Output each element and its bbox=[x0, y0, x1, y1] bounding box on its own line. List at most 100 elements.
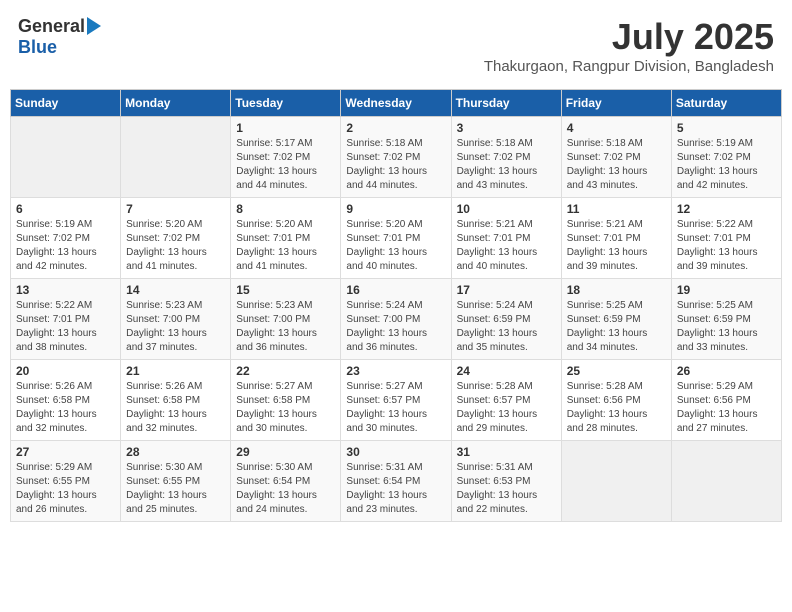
day-number: 29 bbox=[236, 445, 335, 459]
calendar-cell: 8 Sunrise: 5:20 AMSunset: 7:01 PMDaylight… bbox=[231, 198, 341, 279]
calendar-cell: 18 Sunrise: 5:25 AMSunset: 6:59 PMDayligh… bbox=[561, 279, 671, 360]
day-detail: Sunrise: 5:20 AMSunset: 7:01 PMDaylight:… bbox=[236, 218, 335, 274]
day-detail: Sunrise: 5:19 AMSunset: 7:02 PMDaylight:… bbox=[677, 137, 776, 193]
page-header: General Blue July 2025 Thakurgaon, Rangp… bbox=[10, 10, 782, 81]
day-number: 15 bbox=[236, 283, 335, 297]
day-detail: Sunrise: 5:28 AMSunset: 6:56 PMDaylight:… bbox=[567, 380, 666, 436]
calendar-week-5: 27 Sunrise: 5:29 AMSunset: 6:55 PMDayligh… bbox=[11, 441, 782, 522]
weekday-header-sunday: Sunday bbox=[11, 90, 121, 117]
calendar-cell: 2Sunrise: 5:18 AMSunset: 7:02 PMDaylight… bbox=[341, 117, 451, 198]
calendar-cell: 13Sunrise: 5:22 AMSunset: 7:01 PMDayligh… bbox=[11, 279, 121, 360]
day-detail: Sunrise: 5:28 AMSunset: 6:57 PMDaylight:… bbox=[457, 380, 556, 436]
calendar-cell: 30 Sunrise: 5:31 AMSunset: 6:54 PMDayligh… bbox=[341, 441, 451, 522]
month-title: July 2025 bbox=[484, 16, 774, 58]
day-detail: Sunrise: 5:23 AMSunset: 7:00 PMDaylight:… bbox=[236, 299, 335, 355]
calendar-cell: 11 Sunrise: 5:21 AMSunset: 7:01 PMDayligh… bbox=[561, 198, 671, 279]
day-number: 22 bbox=[236, 364, 335, 378]
calendar-cell: 22 Sunrise: 5:27 AMSunset: 6:58 PMDayligh… bbox=[231, 360, 341, 441]
calendar-week-1: 1Sunrise: 5:17 AMSunset: 7:02 PMDaylight… bbox=[11, 117, 782, 198]
day-detail: Sunrise: 5:30 AMSunset: 6:55 PMDaylight:… bbox=[126, 461, 225, 517]
calendar-week-4: 20 Sunrise: 5:26 AMSunset: 6:58 PMDayligh… bbox=[11, 360, 782, 441]
weekday-header-saturday: Saturday bbox=[671, 90, 781, 117]
day-number: 19 bbox=[677, 283, 776, 297]
calendar-cell: 12Sunrise: 5:22 AMSunset: 7:01 PMDayligh… bbox=[671, 198, 781, 279]
day-number: 30 bbox=[346, 445, 445, 459]
weekday-header-wednesday: Wednesday bbox=[341, 90, 451, 117]
calendar-cell: 16 Sunrise: 5:24 AMSunset: 7:00 PMDayligh… bbox=[341, 279, 451, 360]
day-number: 31 bbox=[457, 445, 556, 459]
weekday-header-thursday: Thursday bbox=[451, 90, 561, 117]
calendar-cell: 14Sunrise: 5:23 AMSunset: 7:00 PMDayligh… bbox=[121, 279, 231, 360]
day-number: 9 bbox=[346, 202, 445, 216]
day-detail: Sunrise: 5:24 AMSunset: 7:00 PMDaylight:… bbox=[346, 299, 445, 355]
day-number: 8 bbox=[236, 202, 335, 216]
day-number: 28 bbox=[126, 445, 225, 459]
weekday-header-monday: Monday bbox=[121, 90, 231, 117]
day-number: 27 bbox=[16, 445, 115, 459]
day-number: 10 bbox=[457, 202, 556, 216]
day-detail: Sunrise: 5:30 AMSunset: 6:54 PMDaylight:… bbox=[236, 461, 335, 517]
calendar-cell: 20Sunrise: 5:26 AMSunset: 6:58 PMDayligh… bbox=[11, 360, 121, 441]
day-number: 4 bbox=[567, 121, 666, 135]
day-detail: Sunrise: 5:26 AMSunset: 6:58 PMDaylight:… bbox=[126, 380, 225, 436]
calendar-cell: 10 Sunrise: 5:21 AMSunset: 7:01 PMDayligh… bbox=[451, 198, 561, 279]
day-number: 11 bbox=[567, 202, 666, 216]
day-detail: Sunrise: 5:19 AMSunset: 7:02 PMDaylight:… bbox=[16, 218, 115, 274]
day-number: 13 bbox=[16, 283, 115, 297]
calendar-cell: 1Sunrise: 5:17 AMSunset: 7:02 PMDaylight… bbox=[231, 117, 341, 198]
day-detail: Sunrise: 5:18 AMSunset: 7:02 PMDaylight:… bbox=[567, 137, 666, 193]
day-detail: Sunrise: 5:21 AMSunset: 7:01 PMDaylight:… bbox=[567, 218, 666, 274]
day-number: 6 bbox=[16, 202, 115, 216]
calendar-cell: 3Sunrise: 5:18 AMSunset: 7:02 PMDaylight… bbox=[451, 117, 561, 198]
day-number: 16 bbox=[346, 283, 445, 297]
calendar-cell: 24 Sunrise: 5:28 AMSunset: 6:57 PMDayligh… bbox=[451, 360, 561, 441]
calendar-cell: 27 Sunrise: 5:29 AMSunset: 6:55 PMDayligh… bbox=[11, 441, 121, 522]
calendar-cell: 7Sunrise: 5:20 AMSunset: 7:02 PMDaylight… bbox=[121, 198, 231, 279]
day-detail: Sunrise: 5:24 AMSunset: 6:59 PMDaylight:… bbox=[457, 299, 556, 355]
calendar-table: SundayMondayTuesdayWednesdayThursdayFrid… bbox=[10, 89, 782, 522]
day-detail: Sunrise: 5:31 AMSunset: 6:54 PMDaylight:… bbox=[346, 461, 445, 517]
calendar-cell: 21 Sunrise: 5:26 AMSunset: 6:58 PMDayligh… bbox=[121, 360, 231, 441]
day-number: 18 bbox=[567, 283, 666, 297]
calendar-cell: 25Sunrise: 5:28 AMSunset: 6:56 PMDayligh… bbox=[561, 360, 671, 441]
calendar-header-row: SundayMondayTuesdayWednesdayThursdayFrid… bbox=[11, 90, 782, 117]
day-number: 1 bbox=[236, 121, 335, 135]
day-detail: Sunrise: 5:29 AMSunset: 6:55 PMDaylight:… bbox=[16, 461, 115, 517]
calendar-cell: 6 Sunrise: 5:19 AMSunset: 7:02 PMDaylight… bbox=[11, 198, 121, 279]
day-number: 24 bbox=[457, 364, 556, 378]
calendar-week-3: 13Sunrise: 5:22 AMSunset: 7:01 PMDayligh… bbox=[11, 279, 782, 360]
calendar-cell: 4 Sunrise: 5:18 AMSunset: 7:02 PMDaylight… bbox=[561, 117, 671, 198]
weekday-header-friday: Friday bbox=[561, 90, 671, 117]
calendar-cell: 17 Sunrise: 5:24 AMSunset: 6:59 PMDayligh… bbox=[451, 279, 561, 360]
calendar-cell: 31Sunrise: 5:31 AMSunset: 6:53 PMDayligh… bbox=[451, 441, 561, 522]
day-number: 14 bbox=[126, 283, 225, 297]
day-number: 20 bbox=[16, 364, 115, 378]
day-detail: Sunrise: 5:20 AMSunset: 7:01 PMDaylight:… bbox=[346, 218, 445, 274]
day-detail: Sunrise: 5:18 AMSunset: 7:02 PMDaylight:… bbox=[457, 137, 556, 193]
day-detail: Sunrise: 5:25 AMSunset: 6:59 PMDaylight:… bbox=[567, 299, 666, 355]
calendar-cell: 29 Sunrise: 5:30 AMSunset: 6:54 PMDayligh… bbox=[231, 441, 341, 522]
calendar-cell: 9 Sunrise: 5:20 AMSunset: 7:01 PMDaylight… bbox=[341, 198, 451, 279]
logo-general: General bbox=[18, 16, 85, 37]
calendar-cell bbox=[561, 441, 671, 522]
day-detail: Sunrise: 5:20 AMSunset: 7:02 PMDaylight:… bbox=[126, 218, 225, 274]
day-number: 26 bbox=[677, 364, 776, 378]
day-number: 17 bbox=[457, 283, 556, 297]
calendar-cell: 28 Sunrise: 5:30 AMSunset: 6:55 PMDayligh… bbox=[121, 441, 231, 522]
calendar-cell bbox=[121, 117, 231, 198]
day-number: 23 bbox=[346, 364, 445, 378]
title-section: July 2025 Thakurgaon, Rangpur Division, … bbox=[484, 16, 774, 75]
day-detail: Sunrise: 5:27 AMSunset: 6:58 PMDaylight:… bbox=[236, 380, 335, 436]
location-title: Thakurgaon, Rangpur Division, Bangladesh bbox=[484, 58, 774, 75]
weekday-header-tuesday: Tuesday bbox=[231, 90, 341, 117]
calendar-cell bbox=[671, 441, 781, 522]
logo: General Blue bbox=[18, 16, 101, 58]
day-number: 2 bbox=[346, 121, 445, 135]
calendar-week-2: 6 Sunrise: 5:19 AMSunset: 7:02 PMDaylight… bbox=[11, 198, 782, 279]
day-number: 21 bbox=[126, 364, 225, 378]
calendar-cell: 26Sunrise: 5:29 AMSunset: 6:56 PMDayligh… bbox=[671, 360, 781, 441]
day-detail: Sunrise: 5:22 AMSunset: 7:01 PMDaylight:… bbox=[677, 218, 776, 274]
calendar-cell: 19Sunrise: 5:25 AMSunset: 6:59 PMDayligh… bbox=[671, 279, 781, 360]
day-detail: Sunrise: 5:21 AMSunset: 7:01 PMDaylight:… bbox=[457, 218, 556, 274]
day-number: 5 bbox=[677, 121, 776, 135]
